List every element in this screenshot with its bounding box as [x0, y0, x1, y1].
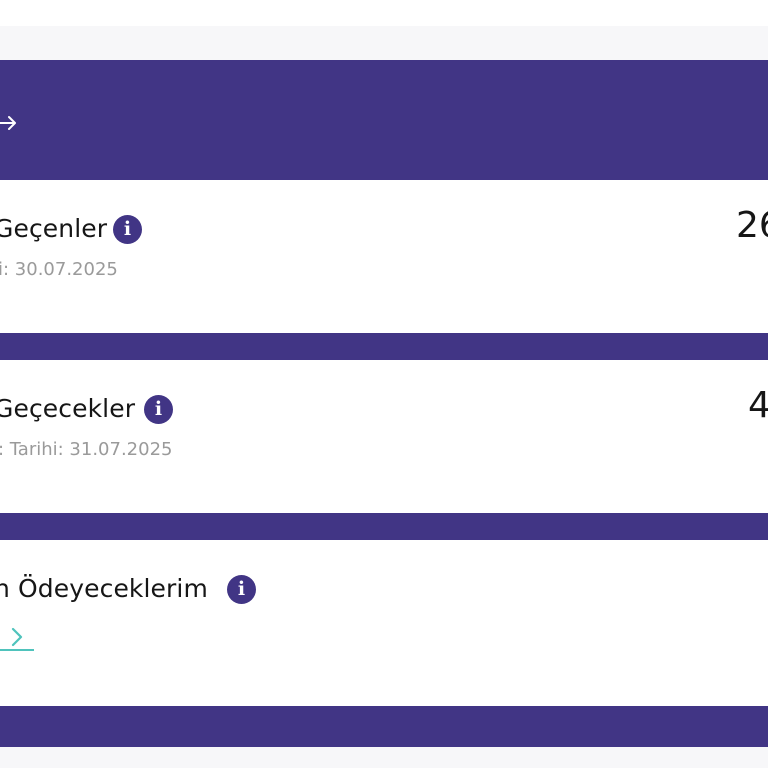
card-title: Geçecekler [0, 394, 136, 423]
bottom-strip [0, 747, 768, 768]
card-date: : Tarihi: 31.07.2025 [0, 439, 173, 460]
card-payments[interactable]: n Ödeyeceklerim i [0, 540, 768, 706]
card-upcoming[interactable]: Geçecekler i : Tarihi: 31.07.2025 4 [0, 360, 768, 513]
page: Geçenler i i: 30.07.2025 26 Geçecekler i… [0, 0, 768, 768]
card-passed[interactable]: Geçenler i i: 30.07.2025 26 [0, 180, 768, 333]
info-icon[interactable]: i [144, 395, 173, 424]
arrow-right-icon[interactable] [0, 113, 18, 133]
info-icon[interactable]: i [227, 575, 256, 604]
card-date: i: 30.07.2025 [0, 259, 118, 280]
chevron-right-icon [11, 627, 23, 647]
card-value: 26 [736, 205, 768, 246]
details-link[interactable] [0, 625, 34, 651]
footer-band [0, 706, 768, 747]
header-banner [0, 60, 768, 180]
card-title: n Ödeyeceklerim [0, 574, 208, 603]
card-value: 4 [748, 385, 768, 426]
top-strip [0, 0, 768, 26]
separator-band [0, 333, 768, 360]
info-icon[interactable]: i [113, 215, 142, 244]
separator-band [0, 513, 768, 540]
card-title: Geçenler [0, 214, 108, 243]
